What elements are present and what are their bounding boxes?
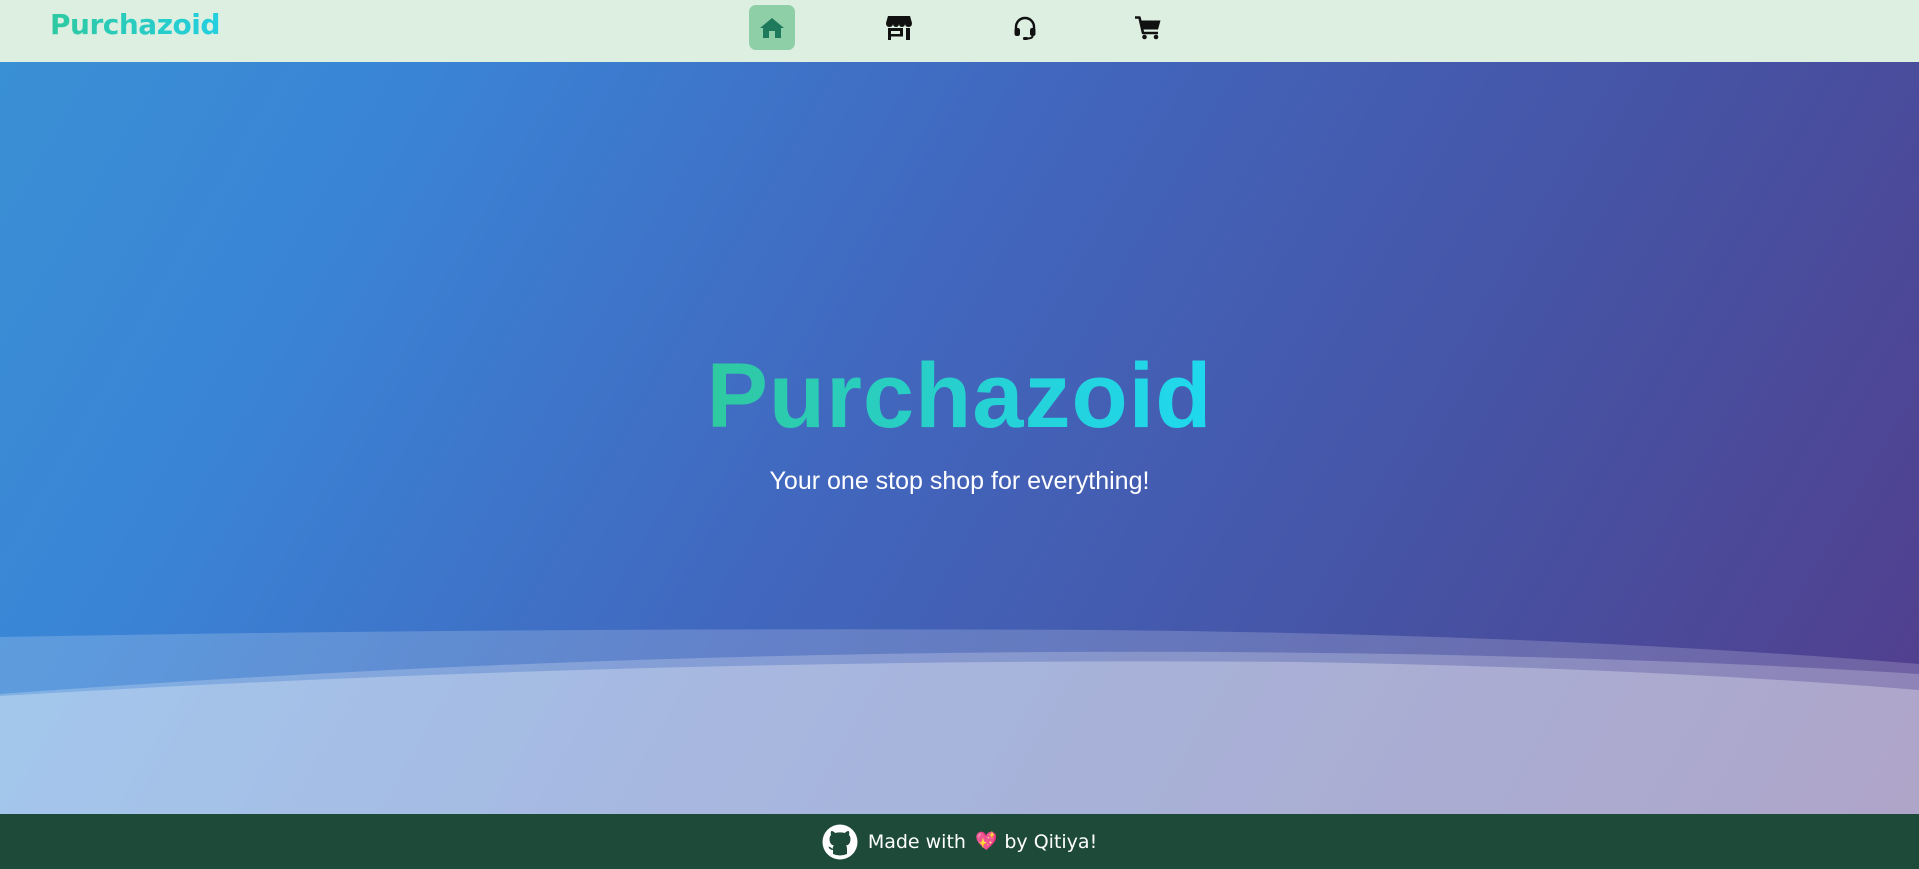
footer: Made with 💖 by Qitiya!	[0, 814, 1919, 869]
hero-title: Purchazoid	[0, 346, 1919, 446]
nav-cart-button[interactable]	[1125, 5, 1171, 50]
brand-logo[interactable]: Purchazoid	[50, 8, 220, 41]
github-icon[interactable]	[822, 824, 858, 860]
cart-icon	[1135, 15, 1161, 39]
heart-icon: 💖	[974, 831, 998, 852]
footer-author[interactable]: by Qitiya!	[1004, 831, 1097, 853]
nav-home-button[interactable]	[749, 5, 795, 50]
hero-subtitle: Your one stop shop for everything!	[769, 467, 1150, 495]
home-icon	[760, 17, 784, 38]
nav-store-button[interactable]	[876, 5, 922, 50]
hero-title-text: Purchazoid	[706, 345, 1213, 447]
footer-made-with: Made with	[867, 830, 966, 853]
store-icon	[886, 15, 912, 40]
top-navbar: Purchazoid	[0, 0, 1919, 62]
headset-icon	[1014, 16, 1036, 40]
nav-support-button[interactable]	[1002, 5, 1048, 50]
